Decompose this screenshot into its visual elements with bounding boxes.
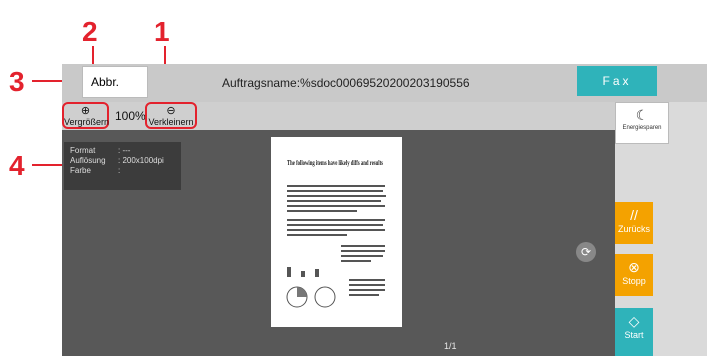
- device-screen: Abbr. Auftragsname:%sdoc0006952020020319…: [62, 64, 707, 356]
- zoom-in-label: Vergrößern: [64, 117, 110, 127]
- moon-icon: ☾: [635, 107, 649, 123]
- zoom-out-icon: ⊖: [166, 105, 176, 117]
- zoom-in-icon: ⊕: [80, 105, 91, 117]
- header-bar: Abbr. Auftragsname:%sdoc0006952020020319…: [62, 64, 707, 102]
- start-label: Start: [624, 330, 644, 340]
- start-icon: ◇: [628, 313, 640, 329]
- info-row: Farbe:: [70, 166, 121, 175]
- cancel-tab[interactable]: Abbr.: [82, 66, 148, 98]
- back-icon: //: [630, 207, 638, 223]
- info-panel: Format: --- Auflösung: 200x100dpi Farbe:: [64, 142, 181, 190]
- back-label: Zurücks: [617, 224, 650, 234]
- stop-button[interactable]: ⊗ Stopp: [615, 254, 653, 296]
- zoom-out-label: Verkleinern: [148, 117, 194, 127]
- rotate-icon[interactable]: ⟳: [576, 242, 596, 262]
- preview-area: Format: --- Auflösung: 200x100dpi Farbe:…: [62, 130, 615, 356]
- callout-4: 4: [9, 150, 25, 181]
- zoom-toolbar: ⊕ Vergrößern 100% ⊖ Verkleinern: [62, 102, 615, 130]
- page-counter: 1/1: [444, 341, 457, 351]
- page-preview[interactable]: The following items have likely diffs an…: [271, 137, 402, 327]
- document-thumbnail: The following items have likely diffs an…: [286, 159, 386, 308]
- fax-button[interactable]: Fax: [577, 66, 657, 96]
- back-button[interactable]: // Zurücks: [615, 202, 653, 244]
- energy-save-button[interactable]: ☾ Energiesparen: [615, 102, 669, 144]
- stop-icon: ⊗: [628, 259, 640, 275]
- energy-save-label: Energiesparen: [622, 125, 662, 131]
- zoom-level: 100%: [115, 109, 146, 123]
- callout-1: 1: [154, 16, 170, 47]
- zoom-in-button[interactable]: ⊕ Vergrößern: [62, 102, 109, 129]
- zoom-out-button[interactable]: ⊖ Verkleinern: [145, 102, 197, 129]
- callout-2: 2: [82, 16, 98, 47]
- side-panel: ☾ Energiesparen // Zurücks ⊗ Stopp ◇ Sta…: [615, 102, 707, 356]
- callout-4-line: [32, 164, 66, 166]
- info-row: Auflösung: 200x100dpi: [70, 156, 164, 165]
- start-button[interactable]: ◇ Start: [615, 308, 653, 356]
- callout-3: 3: [9, 66, 25, 97]
- info-row: Format: ---: [70, 146, 131, 155]
- job-name: Auftragsname:%sdoc00069520200203190556: [222, 76, 470, 90]
- stop-label: Stopp: [622, 276, 646, 286]
- document-title: The following items have likely diffs an…: [287, 159, 383, 167]
